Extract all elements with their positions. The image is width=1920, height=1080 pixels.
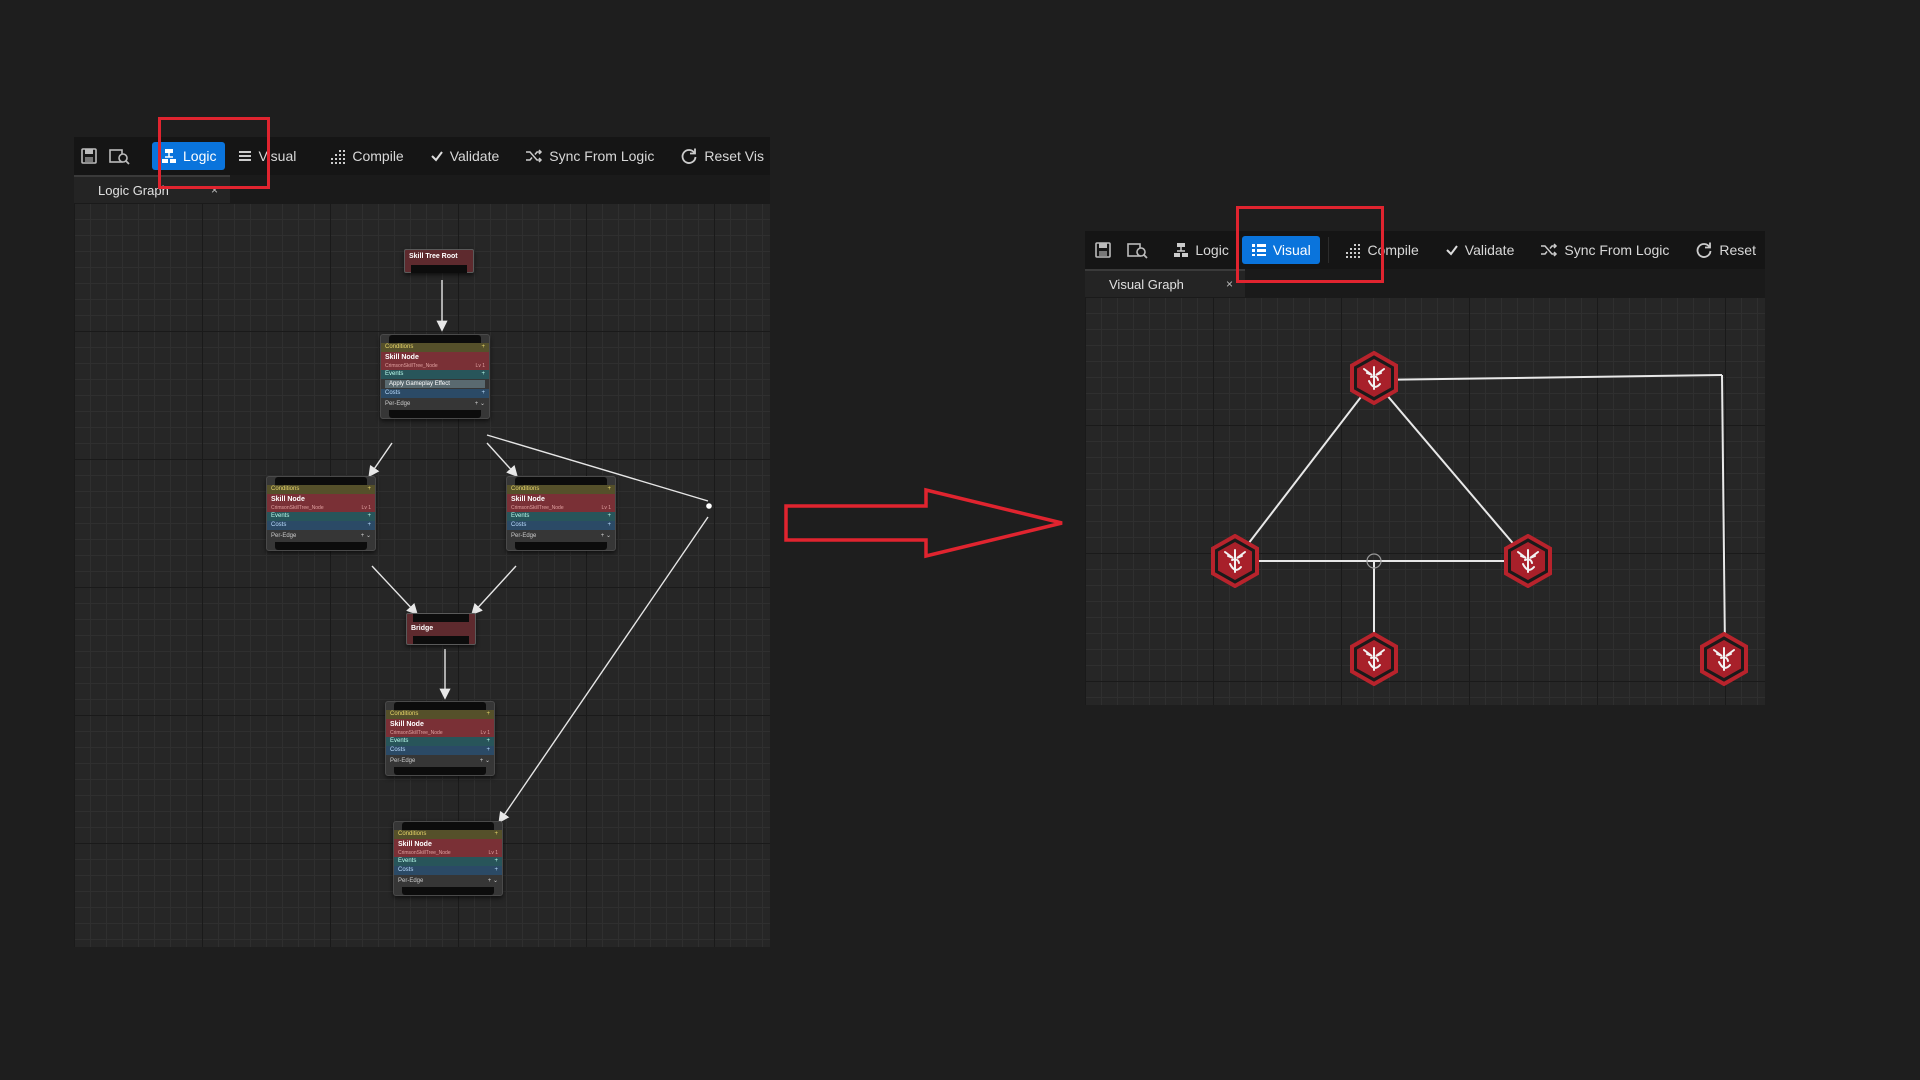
- shuffle-icon: [526, 149, 543, 163]
- sync-from-logic-button[interactable]: Sync From Logic: [1531, 236, 1678, 264]
- sync-from-logic-label: Sync From Logic: [1564, 242, 1670, 258]
- costs-row: Costs +: [507, 521, 615, 530]
- browse-icon[interactable]: [108, 140, 130, 172]
- skill-node-title: Skill Node: [386, 719, 494, 730]
- skill-node-right[interactable]: Conditions + Skill Node CrimsonSkillTree_…: [506, 476, 616, 551]
- skill-node-class: CrimsonSkillTree_Node Lv 1: [386, 730, 494, 737]
- input-pin[interactable]: [275, 477, 367, 485]
- skill-node-left[interactable]: Conditions + Skill Node CrimsonSkillTree_…: [266, 476, 376, 551]
- conditions-row: Conditions +: [386, 710, 494, 719]
- conditions-row: Conditions +: [394, 830, 502, 839]
- skill-icon-right[interactable]: [1501, 534, 1555, 588]
- visual-highlight-box: [1236, 206, 1384, 283]
- right-toolbar: Logic Visual Compile Validate Sync From …: [1085, 231, 1765, 269]
- save-icon[interactable]: [80, 140, 98, 172]
- save-icon[interactable]: [1091, 234, 1115, 266]
- check-icon: [431, 151, 443, 162]
- right-tab-bar: Visual Graph ×: [1085, 269, 1765, 297]
- input-pin[interactable]: [389, 335, 481, 343]
- input-pin[interactable]: [515, 477, 607, 485]
- shuffle-icon: [1541, 243, 1558, 257]
- events-row: Events +: [394, 857, 502, 866]
- transition-arrow-icon: [784, 487, 1063, 559]
- logic-tree-icon: [1174, 243, 1189, 257]
- per-edge-row: Per-Edge + ⌄: [267, 530, 375, 542]
- reset-visual-label: Reset: [1719, 242, 1756, 258]
- skill-icon-bottom[interactable]: [1347, 632, 1401, 686]
- close-icon[interactable]: ×: [1226, 277, 1233, 291]
- skill-node-title: Skill Node: [507, 494, 615, 505]
- validate-label: Validate: [449, 148, 500, 164]
- logic-graph-canvas[interactable]: Skill Tree Root Conditions + Skill Node C…: [74, 203, 770, 947]
- visual-graph-editor: Logic Visual Compile Validate Sync From …: [1085, 231, 1765, 705]
- conditions-row: Conditions +: [381, 343, 489, 352]
- events-row: Events +: [507, 512, 615, 521]
- browse-icon[interactable]: [1125, 234, 1149, 266]
- validate-button[interactable]: Validate: [1436, 236, 1524, 264]
- compile-icon: [331, 150, 346, 164]
- events-row: Events +: [381, 370, 489, 379]
- conditions-row: Conditions +: [267, 485, 375, 494]
- tab-visual-graph[interactable]: Visual Graph ×: [1085, 269, 1245, 297]
- validate-label: Validate: [1464, 242, 1515, 258]
- skill-node-class: CrimsonSkillTree_Node Lv 1: [394, 850, 502, 857]
- output-pin[interactable]: [389, 410, 481, 418]
- logic-mode-label: Logic: [1195, 242, 1229, 258]
- logic-graph-editor: Logic Visual Compile Validate Sync From …: [74, 137, 770, 947]
- skill-icon-left[interactable]: [1208, 534, 1262, 588]
- events-row: Events +: [386, 737, 494, 746]
- compile-button[interactable]: Compile: [321, 142, 412, 170]
- skill-node-title: Skill Node: [267, 494, 375, 505]
- output-pin[interactable]: [275, 542, 367, 550]
- costs-row: Costs +: [381, 389, 489, 398]
- bridge-node[interactable]: Bridge: [406, 613, 476, 645]
- validate-button[interactable]: Validate: [421, 142, 509, 170]
- events-row: Events +: [267, 512, 375, 521]
- skill-node-class: CrimsonSkillTree_Node Lv 1: [507, 505, 615, 512]
- sync-from-logic-label: Sync From Logic: [549, 148, 655, 164]
- reset-visual-label: Reset Vis: [704, 148, 764, 164]
- check-icon: [1446, 245, 1458, 256]
- skill-node-top[interactable]: Conditions + Skill Node CrimsonSkillTree_…: [380, 334, 490, 419]
- reset-visual-button[interactable]: Reset: [1686, 236, 1765, 264]
- sync-from-logic-button[interactable]: Sync From Logic: [516, 142, 663, 170]
- reset-icon: [681, 148, 697, 164]
- conditions-row: Conditions +: [507, 485, 615, 494]
- per-edge-row: Per-Edge + ⌄: [394, 875, 502, 887]
- skill-icon-top[interactable]: [1347, 351, 1401, 405]
- visual-graph-wires: [1234, 374, 1726, 659]
- costs-row: Costs +: [394, 866, 502, 875]
- skill-tree-root-node[interactable]: Skill Tree Root: [404, 249, 474, 273]
- reset-icon: [1697, 242, 1712, 258]
- reset-visual-button[interactable]: Reset Vis: [671, 142, 770, 170]
- skill-node-class: CrimsonSkillTree_Node Lv 1: [381, 363, 489, 370]
- per-edge-row: Per-Edge + ⌄: [386, 755, 494, 767]
- skill-node-bottom[interactable]: Conditions + Skill Node CrimsonSkillTree_…: [393, 821, 503, 896]
- root-node-title: Skill Tree Root: [409, 253, 458, 260]
- per-edge-row: Per-Edge + ⌄: [507, 530, 615, 542]
- logic-highlight-box: [158, 117, 270, 189]
- effect-row: Apply Gameplay Effect: [385, 380, 485, 388]
- input-pin[interactable]: [394, 702, 486, 710]
- costs-row: Costs +: [386, 746, 494, 755]
- input-pin[interactable]: [402, 822, 494, 830]
- output-pin[interactable]: [402, 887, 494, 895]
- compile-label: Compile: [352, 148, 404, 164]
- output-pin[interactable]: [394, 767, 486, 775]
- costs-row: Costs +: [267, 521, 375, 530]
- skill-node-title: Skill Node: [381, 352, 489, 363]
- skill-node-class: CrimsonSkillTree_Node Lv 1: [267, 505, 375, 512]
- bridge-node-title: Bridge: [411, 625, 434, 632]
- per-edge-row: Per-Edge + ⌄: [381, 398, 489, 410]
- output-pin[interactable]: [515, 542, 607, 550]
- skill-icon-far-right[interactable]: [1697, 632, 1751, 686]
- logic-mode-button[interactable]: Logic: [1164, 236, 1237, 264]
- tab-visual-graph-label: Visual Graph: [1109, 276, 1184, 292]
- skill-node-title: Skill Node: [394, 839, 502, 850]
- visual-graph-canvas[interactable]: [1085, 297, 1765, 705]
- skill-node-middle[interactable]: Conditions + Skill Node CrimsonSkillTree_…: [385, 701, 495, 776]
